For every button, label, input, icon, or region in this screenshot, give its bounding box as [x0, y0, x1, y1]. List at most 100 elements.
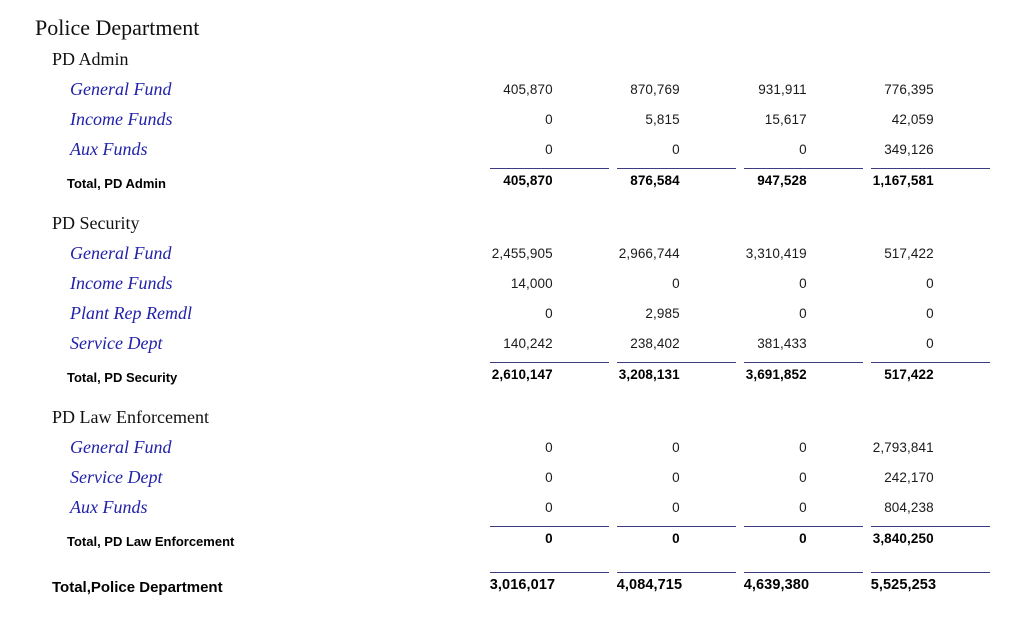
value-cell-4: 517,422 — [863, 234, 990, 264]
cell-value: 2,985 — [645, 306, 680, 321]
cell-value: 0 — [799, 470, 807, 485]
column-pad — [990, 191, 1024, 204]
cell-value: 0 — [799, 440, 807, 455]
section-total-label-cell: Total, PD Law Enforcement — [0, 518, 482, 549]
cell-value: 0 — [672, 440, 680, 455]
section-name: PD Security — [52, 213, 140, 234]
cell-value: 947,528 — [743, 168, 863, 191]
section-total-label: Total, PD Admin — [67, 175, 166, 191]
value-cell-1: 14,000 — [482, 264, 609, 294]
fund-name: General Fund — [70, 79, 172, 100]
cell-value: 5,815 — [645, 112, 680, 127]
section-total-row: Total, PD Admin 405,870 876,584 947,528 1,16… — [0, 160, 1024, 191]
column-pad — [990, 204, 1024, 234]
cell-value: 0 — [926, 276, 934, 291]
grand-total-label: Total,Police Department — [52, 578, 223, 596]
section-header: PD Admin — [0, 40, 482, 70]
value-cell-1: 0 — [482, 518, 609, 549]
cell-value: 0 — [545, 470, 553, 485]
value-cell-2: 0 — [609, 264, 736, 294]
value-cell-1 — [482, 204, 609, 234]
column-pad — [990, 562, 1024, 596]
value-cell-1: 0 — [482, 428, 609, 458]
budget-table: Police Department PD Admin General Fund 405… — [0, 0, 1024, 596]
table-row: Service Dept 140,242 238,402 381,433 0 — [0, 324, 1024, 354]
cell-value: 3,310,419 — [745, 246, 807, 261]
cell-value: 0 — [672, 500, 680, 515]
column-pad — [990, 40, 1024, 70]
cell-value: 0 — [799, 142, 807, 157]
value-cell-3: 931,911 — [736, 70, 863, 100]
column-pad — [990, 234, 1024, 264]
table-row: Income Funds 14,000 0 0 0 — [0, 264, 1024, 294]
table-row: General Fund 2,455,905 2,966,744 3,310,419 5… — [0, 234, 1024, 264]
cell-value: 0 — [545, 112, 553, 127]
fund-name: Service Dept — [70, 467, 163, 488]
value-cell-1 — [482, 398, 609, 428]
fund-name: General Fund — [70, 243, 172, 264]
value-cell-1 — [482, 40, 609, 70]
value-cell-4: 2,793,841 — [863, 428, 990, 458]
value-cell-2: 0 — [609, 488, 736, 518]
column-pad — [990, 354, 1024, 385]
value-cell-4 — [863, 204, 990, 234]
value-cell-3: 0 — [736, 294, 863, 324]
cell-value: 0 — [545, 306, 553, 321]
cell-value: 405,870 — [489, 168, 609, 191]
cell-value: 3,208,131 — [616, 362, 736, 385]
title-row: Police Department — [0, 0, 1024, 40]
cell-value: 0 — [799, 500, 807, 515]
value-cell-4: 42,059 — [863, 100, 990, 130]
cell-value: 0 — [743, 526, 863, 549]
value-cell-2: 2,985 — [609, 294, 736, 324]
value-cell-3: 947,528 — [736, 160, 863, 191]
fund-name: Aux Funds — [70, 497, 148, 518]
value-cell-3: 15,617 — [736, 100, 863, 130]
cell-value: 0 — [672, 470, 680, 485]
column-pad — [990, 398, 1024, 428]
value-cell-2 — [609, 398, 736, 428]
value-cell-1 — [482, 385, 609, 398]
value-cell-4: 3,840,250 — [863, 518, 990, 549]
fund-label-cell: General Fund — [0, 428, 482, 458]
cell-value: 0 — [545, 440, 553, 455]
cell-value: 140,242 — [503, 336, 553, 351]
cell-value: 15,617 — [764, 112, 807, 127]
value-cell-4: 804,238 — [863, 488, 990, 518]
cell-value: 0 — [672, 276, 680, 291]
fund-name: General Fund — [70, 437, 172, 458]
fund-label-cell: Aux Funds — [0, 488, 482, 518]
column-pad — [990, 518, 1024, 549]
cell-value: 3,691,852 — [743, 362, 863, 385]
value-cell-1: 0 — [482, 100, 609, 130]
table-row: Service Dept 0 0 0 242,170 — [0, 458, 1024, 488]
value-cell-1: 3,016,017 — [482, 562, 609, 596]
value-cell-2: 0 — [609, 130, 736, 160]
column-pad — [990, 324, 1024, 354]
section-header: PD Law Enforcement — [0, 398, 482, 428]
value-cell-1: 140,242 — [482, 324, 609, 354]
column-pad — [990, 100, 1024, 130]
section-total-label: Total, PD Law Enforcement — [67, 533, 235, 549]
value-cell-1: 2,610,147 — [482, 354, 609, 385]
value-cell-3 — [736, 549, 863, 562]
value-cell-2: 4,084,715 — [609, 562, 736, 596]
cell-value: 5,525,253 — [870, 572, 990, 596]
value-cell-2: 238,402 — [609, 324, 736, 354]
fund-name: Income Funds — [70, 273, 173, 294]
cell-value: 776,395 — [884, 82, 934, 97]
spacer-cell — [0, 549, 482, 562]
value-cell-2 — [609, 385, 736, 398]
column-pad — [990, 549, 1024, 562]
value-cell-4 — [863, 0, 990, 40]
value-cell-3 — [736, 0, 863, 40]
value-cell-3: 4,639,380 — [736, 562, 863, 596]
cell-value: 0 — [489, 526, 609, 549]
value-cell-4: 0 — [863, 264, 990, 294]
table-row: Aux Funds 0 0 0 349,126 — [0, 130, 1024, 160]
column-pad — [990, 70, 1024, 100]
value-cell-4: 0 — [863, 324, 990, 354]
value-cell-1 — [482, 191, 609, 204]
cell-value: 2,455,905 — [491, 246, 553, 261]
cell-value: 0 — [672, 142, 680, 157]
